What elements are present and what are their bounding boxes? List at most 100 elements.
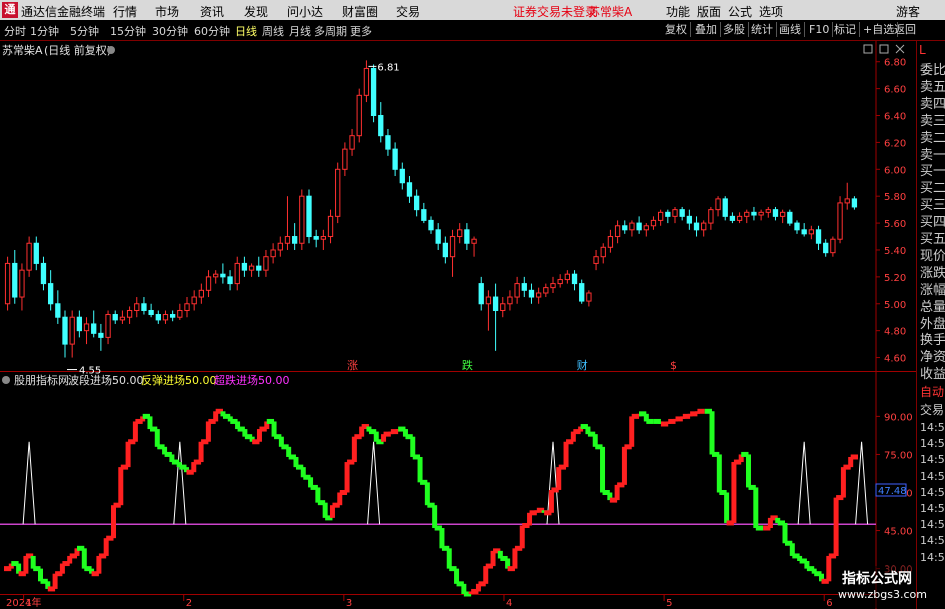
adjust-button[interactable]: 复权	[662, 22, 691, 37]
candle-up	[335, 168, 341, 217]
chart-settings-icon[interactable]	[107, 46, 115, 54]
candle-down	[256, 265, 262, 271]
candle-down	[241, 262, 248, 271]
menu-item-wealth[interactable]: 财富圈	[342, 3, 378, 20]
candle-up	[349, 135, 355, 150]
app-logo: 通	[2, 2, 18, 18]
period-1min[interactable]: 1分钟	[30, 23, 59, 39]
menu-item-layout[interactable]: 版面	[697, 3, 721, 20]
multi-stock-button[interactable]: 多股	[720, 22, 749, 37]
candle-up	[327, 215, 334, 238]
candle-down	[751, 211, 757, 216]
candle-down	[464, 229, 470, 244]
statistics-button[interactable]: 统计	[748, 22, 777, 37]
candle-down	[794, 222, 800, 231]
quote-field-label: 收益	[920, 367, 945, 383]
period-monthly[interactable]: 月线	[289, 23, 311, 39]
chart-area[interactable]: 6.80 6.60 6.40 6.20 6.00 5.80 5.60 5.40 5.20 5.00…	[0, 41, 916, 609]
candle-up	[701, 222, 707, 231]
overlay-button[interactable]: 叠加	[692, 22, 721, 37]
app-title: 通达信金融终端	[21, 5, 106, 19]
watermark-title: 指标公式网	[842, 571, 912, 587]
tick-time: 14:56	[920, 453, 945, 467]
period-weekly[interactable]: 周线	[262, 23, 284, 39]
price-tick-label: 4.80	[884, 327, 906, 338]
candle-up	[198, 289, 205, 298]
candle-down	[729, 215, 736, 221]
menu-item-trade[interactable]: 交易	[396, 3, 420, 20]
panel-collapse-icon[interactable]: L	[919, 43, 926, 57]
candle-up	[765, 209, 771, 213]
tick-time: 14:56	[920, 469, 945, 483]
candle-up	[535, 292, 542, 298]
indicator-spikes	[22, 441, 869, 525]
candle-up	[248, 265, 255, 271]
menu-item-function[interactable]: 功能	[666, 3, 690, 20]
candle-up	[205, 276, 212, 291]
login-alert[interactable]: 证券交易未登录	[513, 3, 597, 20]
period-multi[interactable]: 多周期	[314, 23, 347, 39]
price-tick-label: 6.20	[884, 138, 906, 149]
candle-down	[492, 296, 499, 311]
candle-up	[808, 229, 815, 235]
maximize-icon[interactable]	[879, 44, 889, 54]
signal-markers: 涨 跌 财 $	[347, 358, 677, 372]
draw-line-button[interactable]: 画线	[776, 22, 805, 37]
time-tick-label: 2	[186, 598, 192, 609]
period-5min[interactable]: 5分钟	[70, 23, 99, 39]
restore-icon[interactable]	[863, 44, 873, 54]
indicator-l1-label: 波段进场:	[68, 373, 116, 387]
watermark-url: www.zbgs3.com	[838, 588, 927, 601]
menu-item-quotes[interactable]: 行情	[113, 3, 137, 20]
trade-label[interactable]: 交易	[920, 401, 944, 418]
candle-down	[435, 229, 441, 244]
indicator-l3-label: 超跌进场:	[214, 373, 262, 387]
candle-down	[815, 229, 822, 244]
period-intraday[interactable]: 分时	[4, 23, 26, 39]
menu-item-discover[interactable]: 发现	[244, 3, 268, 20]
candle-down	[801, 229, 807, 235]
candle-down	[112, 314, 118, 321]
candle-up	[543, 287, 549, 294]
guest-label[interactable]: 游客	[896, 3, 920, 20]
candle-up	[500, 303, 506, 311]
candle-up	[162, 314, 169, 321]
price-tick-label: 5.40	[884, 246, 906, 257]
candle-up	[758, 211, 764, 216]
period-30min[interactable]: 30分钟	[152, 23, 188, 39]
period-15min[interactable]: 15分钟	[110, 23, 146, 39]
menu-item-options[interactable]: 选项	[759, 3, 783, 20]
period-60min[interactable]: 60分钟	[194, 23, 230, 39]
indicator-l2-value: 50.00	[185, 374, 217, 387]
f10-button[interactable]: F10	[806, 22, 834, 37]
price-tick-label: 4.60	[884, 354, 906, 365]
indicator-l3-value: 50.00	[258, 374, 290, 387]
candle-up	[191, 296, 197, 305]
menu-item-news[interactable]: 资讯	[200, 3, 224, 20]
candle-down	[33, 242, 39, 264]
candle-down	[722, 198, 728, 217]
mark-button[interactable]: 标记	[831, 22, 860, 37]
candle-up	[629, 222, 635, 231]
menu-item-market[interactable]: 市场	[155, 3, 179, 20]
menu-item-ask[interactable]: 问小达	[287, 3, 323, 20]
indicator-settings-icon[interactable]	[2, 376, 10, 384]
menu-item-formula[interactable]: 公式	[728, 3, 752, 20]
high-price-label: 6.81	[377, 62, 399, 73]
indicator-tick-label: 75.00	[884, 450, 913, 461]
auto-label[interactable]: 自动	[920, 383, 944, 400]
candle-up	[4, 262, 11, 305]
candle-down	[306, 195, 312, 238]
indicator-tick-label: 90.00	[884, 412, 913, 423]
candle-up	[485, 296, 492, 305]
period-more[interactable]: 更多	[350, 23, 372, 39]
candle-down	[622, 225, 628, 231]
candle-down	[76, 316, 83, 332]
indicator-tick-label: 45.00	[884, 527, 913, 538]
candle-up	[234, 262, 240, 285]
candle-up	[449, 236, 456, 258]
close-icon[interactable]	[895, 44, 905, 54]
back-button[interactable]: 返回	[891, 22, 919, 37]
period-daily[interactable]: 日线	[235, 23, 257, 39]
candle-down	[478, 283, 484, 305]
